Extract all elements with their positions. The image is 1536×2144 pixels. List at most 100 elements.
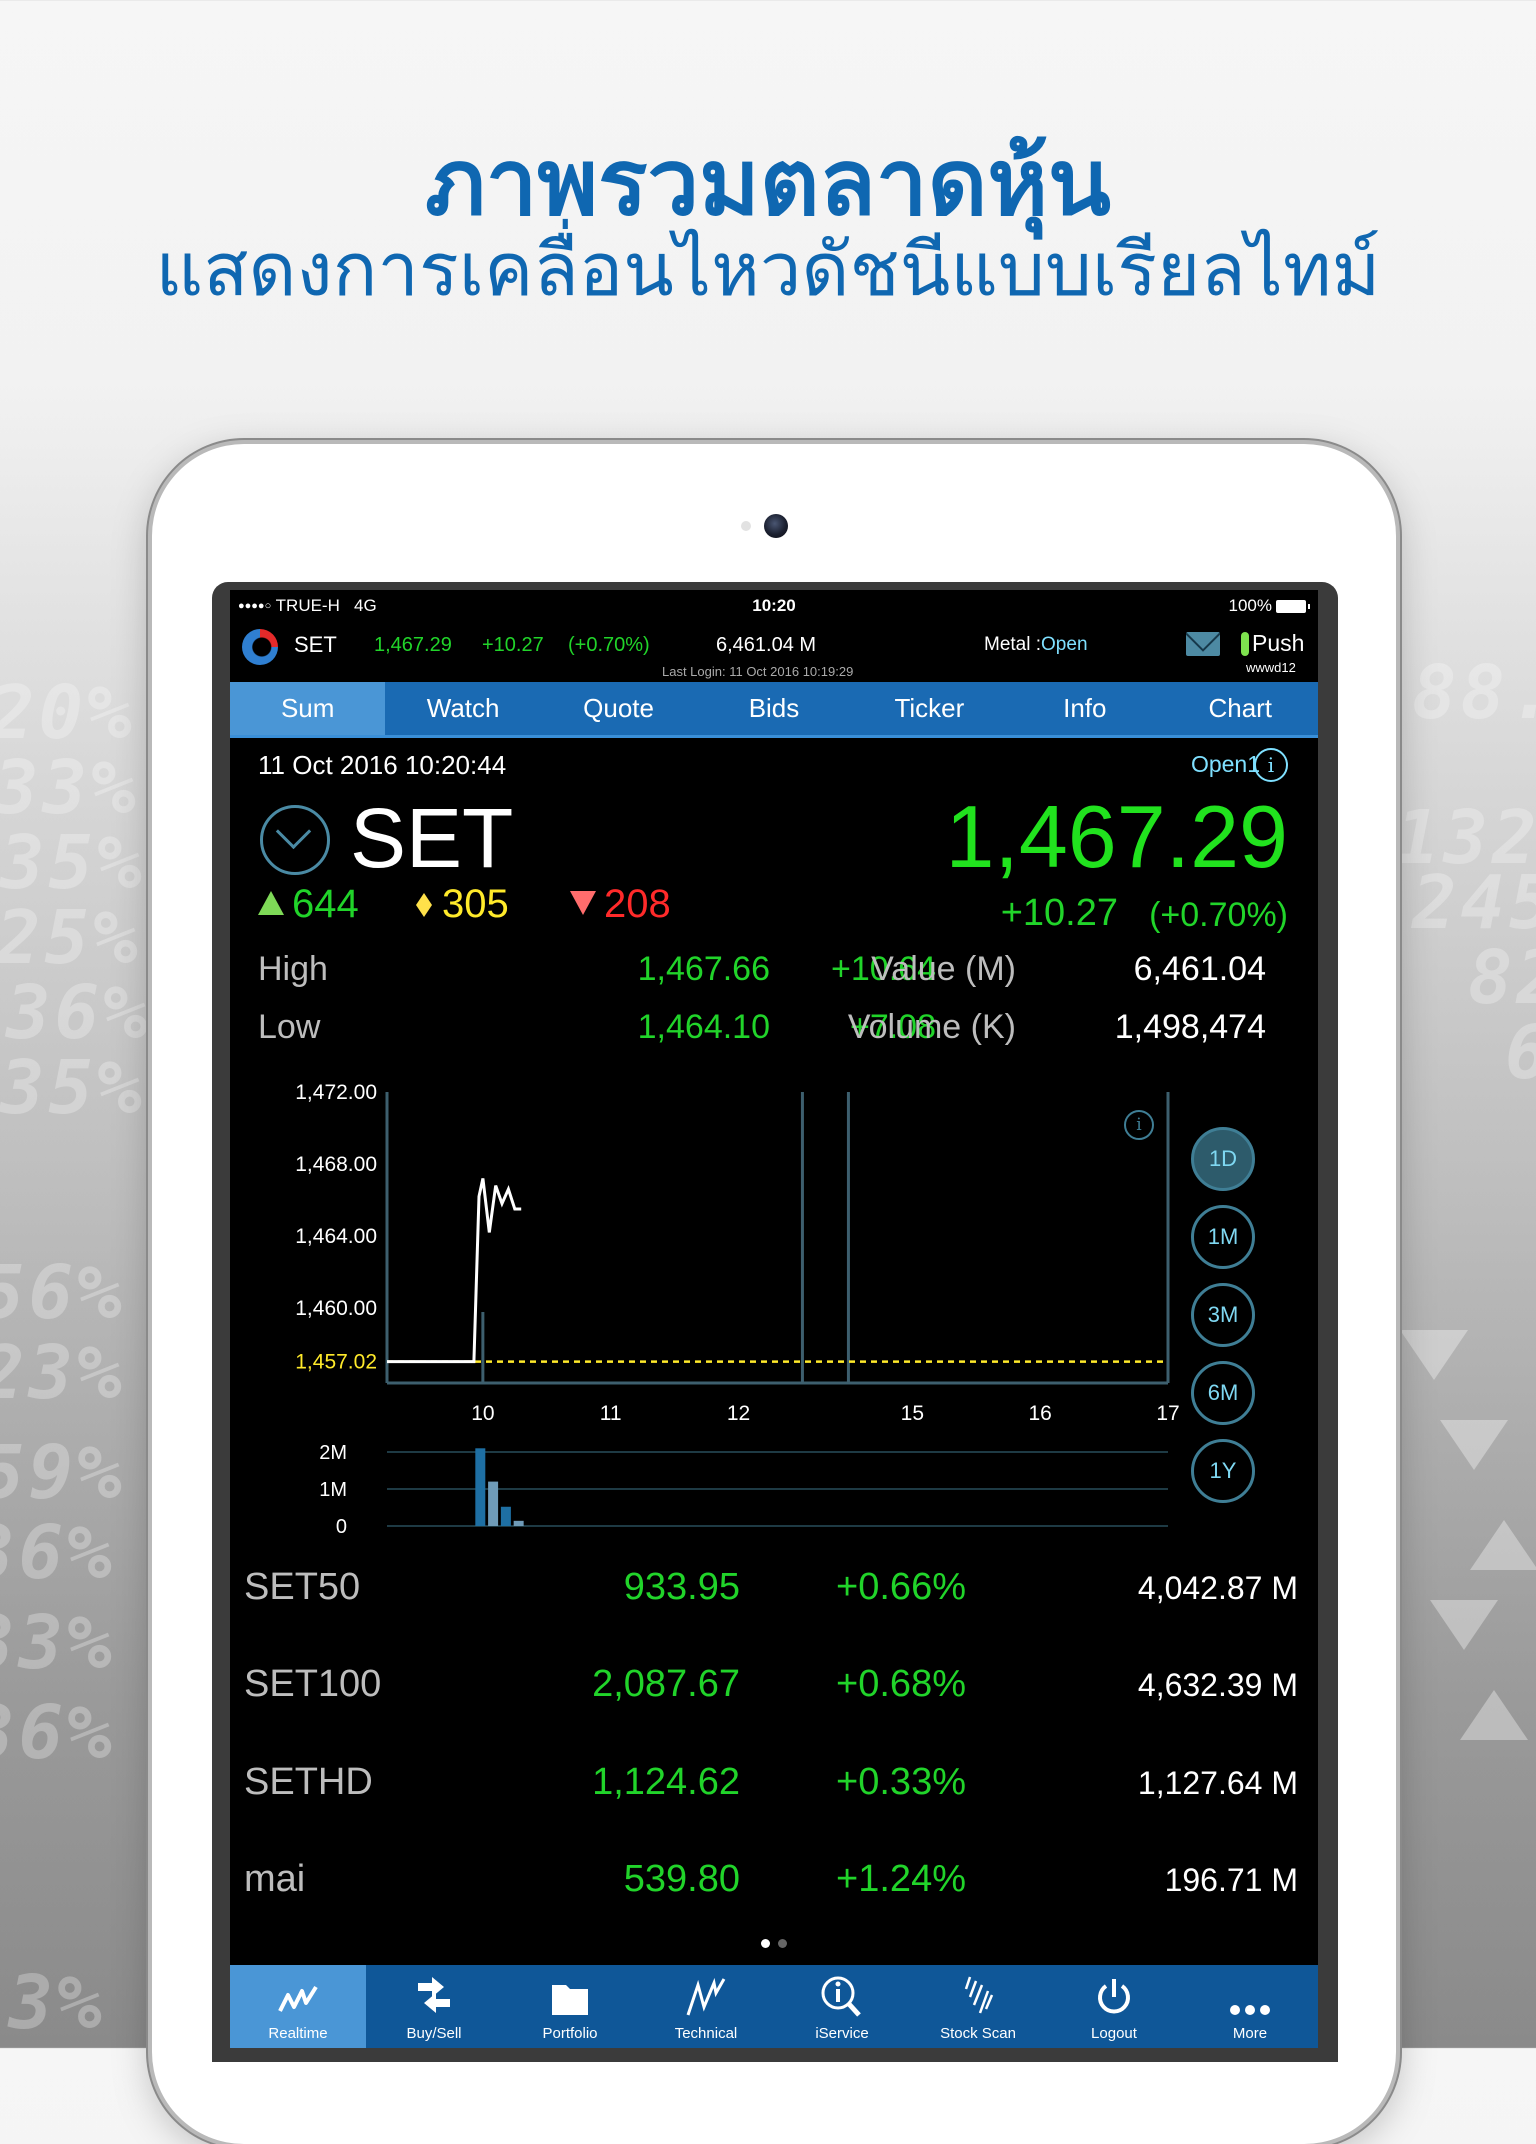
bg-deco-text: 36% (0, 1690, 116, 1776)
nav-item-label: Stock Scan (940, 2025, 1016, 2042)
tab-quote[interactable]: Quote (541, 682, 696, 735)
range-button-3m[interactable]: 3M (1191, 1283, 1255, 1347)
index-row-value: 196.71 M (1164, 1862, 1298, 1898)
range-button-1m[interactable]: 1M (1191, 1205, 1255, 1269)
page-indicator (230, 1935, 1318, 1953)
tab-watch[interactable]: Watch (385, 682, 540, 735)
push-button[interactable]: Push (1252, 630, 1304, 657)
header-change-pct: (+0.70%) (568, 634, 650, 656)
x-tick-label: 10 (471, 1402, 494, 1425)
tab-sum[interactable]: Sum (230, 682, 386, 735)
buy-sell-icon (366, 1965, 502, 2017)
header-value: 6,461.04 M (716, 634, 817, 656)
index-row[interactable]: SET100 2,087.67 +0.68% 4,632.39 M (230, 1663, 1318, 1723)
bg-deco-text: 35% (0, 820, 146, 906)
unchanged-icon (416, 893, 432, 917)
nav-item-logout[interactable]: Logout (1046, 1965, 1182, 2048)
index-row[interactable]: mai 539.80 +1.24% 196.71 M (230, 1858, 1318, 1918)
nav-item-buy-sell[interactable]: Buy/Sell (366, 1965, 502, 2048)
down-arrow-icon (570, 891, 596, 915)
page-dot-active[interactable] (761, 1939, 770, 1948)
summary-datetime: 11 Oct 2016 10:20:44 (258, 750, 507, 780)
bg-deco-triangle (1400, 1330, 1468, 1380)
range-button-6m[interactable]: 6M (1191, 1361, 1255, 1425)
battery-percent: 100% (1228, 596, 1272, 615)
declines-count: 208 (604, 882, 671, 926)
intraday-chart[interactable]: 1,472.00 1,468.00 1,464.00 1,460.00 1,457.02… (230, 1070, 1318, 1550)
tab-bids[interactable]: Bids (696, 682, 851, 735)
mail-icon[interactable] (1186, 632, 1220, 656)
index-row-name: SET100 (244, 1663, 382, 1705)
index-row-change-pct: +0.66% (836, 1566, 966, 1608)
bg-deco-text: 36% (6, 970, 152, 1056)
declines: 208 (570, 882, 671, 927)
tab-ticker[interactable]: Ticker (852, 682, 1007, 735)
bg-deco-triangle (1470, 1520, 1536, 1570)
username: wwwd12 (1246, 660, 1296, 675)
nav-item-more[interactable]: More (1182, 1965, 1318, 2048)
bg-deco-triangle (1430, 1600, 1498, 1650)
index-row-value: 1,127.64 M (1137, 1765, 1298, 1801)
nav-item-label: Buy/Sell (406, 2025, 462, 2042)
header-last: 1,467.29 (374, 634, 452, 656)
value-label: Value (M) (871, 950, 1016, 988)
range-button-1d[interactable]: 1D (1191, 1127, 1255, 1191)
index-row[interactable]: SET50 933.95 +0.66% 4,042.87 M (230, 1566, 1318, 1626)
index-row-name: SETHD (244, 1761, 373, 1803)
bg-deco-text: 59% (0, 1430, 126, 1516)
index-row-change-pct: +0.33% (836, 1761, 966, 1803)
high-label: High (258, 950, 328, 988)
x-tick-label: 11 (600, 1402, 622, 1425)
app-logo-icon (242, 629, 278, 665)
index-row-name: mai (244, 1858, 306, 1900)
nav-item-label: More (1232, 2025, 1268, 2042)
nav-item-label: Portfolio (542, 2025, 598, 2042)
battery-icon (1276, 599, 1310, 613)
header-symbol: SET (294, 632, 337, 657)
market-state: Open1 (1190, 751, 1260, 777)
page-dot[interactable] (778, 1939, 787, 1948)
prev-close-label: 1,457.02 (295, 1351, 377, 1374)
bg-deco-text: 33% (0, 1600, 116, 1686)
index-selector-chevron-icon[interactable] (260, 805, 330, 875)
x-tick-label: 16 (1028, 1402, 1051, 1425)
bg-deco-text: 56% (0, 1250, 126, 1336)
index-row-last: 2,087.67 (592, 1663, 740, 1705)
nav-item-label: Logout (1091, 2025, 1137, 2042)
advances: 644 (258, 882, 359, 927)
nav-item-realtime[interactable]: Realtime (230, 1965, 366, 2048)
nav-item-iservice[interactable]: iService (774, 1965, 910, 2048)
y-tick-label: 1,460.00 (295, 1297, 377, 1320)
bg-deco-text: 88.9 (1412, 650, 1536, 736)
bg-deco-text: 25% (0, 895, 142, 981)
nav-item-technical[interactable]: Technical (638, 1965, 774, 2048)
index-row[interactable]: SETHD 1,124.62 +0.33% 1,127.64 M (230, 1761, 1318, 1821)
status-time: 10:20 (752, 596, 796, 615)
header-change: +10.27 (482, 634, 544, 656)
bg-deco-text: 245. (1412, 860, 1536, 946)
range-button-1y[interactable]: 1Y (1191, 1439, 1255, 1503)
nav-item-label: Technical (674, 2025, 738, 2042)
advances-count: 644 (292, 882, 359, 926)
chart-info-icon[interactable]: i (1124, 1110, 1154, 1140)
metal-label: Metal : (984, 634, 1042, 655)
tab-info[interactable]: Info (1007, 682, 1162, 735)
market-info-icon[interactable]: i (1254, 748, 1288, 782)
index-change: +10.27 (1000, 892, 1118, 934)
y-tick-label: 1,468.00 (295, 1153, 377, 1176)
tab-chart[interactable]: Chart (1163, 682, 1318, 735)
realtime-icon (230, 1965, 366, 2017)
bg-deco-text: 33% (0, 745, 140, 831)
nav-item-portfolio[interactable]: Portfolio (502, 1965, 638, 2048)
y-tick-label: 1,472.00 (295, 1081, 377, 1104)
bottom-nav: Realtime Buy/Sell Portfolio Technical iServi… (230, 1965, 1318, 2048)
logout-icon (1046, 1965, 1182, 2017)
nav-item-stock-scan[interactable]: Stock Scan (910, 1965, 1046, 2048)
index-row-name: SET50 (244, 1566, 361, 1608)
volume-tick-label: 0 (336, 1516, 347, 1538)
nav-item-label: iService (815, 2025, 869, 2042)
technical-icon (638, 1965, 774, 2017)
nav-item-label: Realtime (268, 2025, 328, 2042)
metal-status: Open (1041, 634, 1088, 655)
index-name: SET (350, 791, 514, 885)
